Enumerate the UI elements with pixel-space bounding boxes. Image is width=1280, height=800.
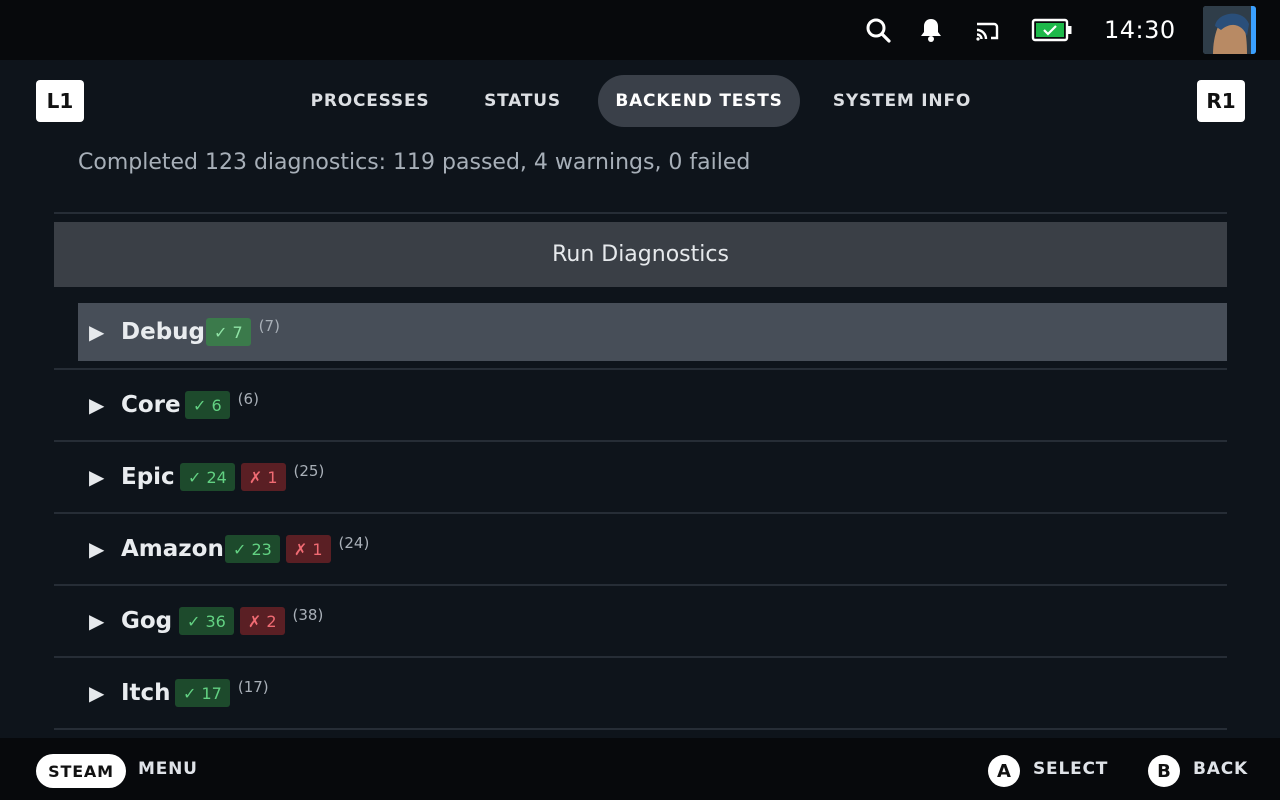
total-count: (7) [258,317,280,335]
group-row-core[interactable]: ▶ Core ✓ 6 (6) [78,376,1227,434]
select-label[interactable]: SELECT [1033,738,1108,800]
group-name: Amazon [121,536,224,562]
group-name: Gog [121,608,173,634]
total-count: (17) [237,678,269,696]
a-button-icon[interactable]: A [988,755,1020,787]
tab-processes[interactable]: PROCESSES [300,75,440,127]
total-count: (24) [338,534,370,552]
total-count: (6) [237,390,259,408]
group-name: Epic [121,464,175,490]
expand-arrow-icon: ▶ [89,537,105,561]
pass-badge: ✓ 17 [175,679,230,707]
fail-badge: ✗ 1 [240,463,286,491]
group-row-itch[interactable]: ▶ Itch ✓ 17 (17) [78,664,1227,722]
badges: ✓ 23 ✗ 1 (24) [225,534,370,563]
expand-arrow-icon: ▶ [89,320,105,344]
group-row-gog[interactable]: ▶ Gog ✓ 36 ✗ 2 (38) [78,592,1227,650]
group-row-epic[interactable]: ▶ Epic ✓ 24 ✗ 1 (25) [78,448,1227,506]
tab-status[interactable]: STATUS [466,75,579,127]
steam-button[interactable]: STEAM [36,754,126,788]
divider [54,512,1227,514]
divider [54,440,1227,442]
divider [54,728,1227,730]
group-name: Debug [121,319,205,345]
badges: ✓ 36 ✗ 2 (38) [179,606,324,635]
expand-arrow-icon: ▶ [89,465,105,489]
footer-bar: STEAM MENU A SELECT B BACK [0,738,1280,800]
tab-system-info[interactable]: SYSTEM INFO [822,75,982,127]
badges: ✓ 6 (6) [185,390,259,419]
divider [54,584,1227,586]
pass-badge: ✓ 7 [206,318,251,346]
group-name: Itch [121,680,171,706]
badges: ✓ 17 (17) [175,678,269,707]
group-row-debug[interactable]: ▶ Debug ✓ 7 (7) [78,303,1227,361]
tab-bar: PROCESSES STATUS BACKEND TESTS SYSTEM IN… [0,75,1280,127]
total-count: (38) [292,606,324,624]
divider [54,212,1227,214]
back-label[interactable]: BACK [1193,738,1248,800]
b-button-icon[interactable]: B [1148,755,1180,787]
expand-arrow-icon: ▶ [89,609,105,633]
badges: ✓ 7 (7) [206,317,280,346]
badges: ✓ 24 ✗ 1 (25) [180,462,325,491]
divider [54,368,1227,370]
group-row-amazon[interactable]: ▶ Amazon ✓ 23 ✗ 1 (24) [78,520,1227,578]
pass-badge: ✓ 36 [179,607,234,635]
group-name: Core [121,392,181,418]
pass-badge: ✓ 23 [225,535,280,563]
menu-label[interactable]: MENU [138,738,198,800]
divider [54,656,1227,658]
fail-badge: ✗ 1 [285,535,331,563]
fail-badge: ✗ 2 [239,607,285,635]
tab-backend-tests[interactable]: BACKEND TESTS [598,75,800,127]
pass-badge: ✓ 6 [185,391,230,419]
total-count: (25) [293,462,325,480]
expand-arrow-icon: ▶ [89,393,105,417]
pass-badge: ✓ 24 [180,463,235,491]
run-diagnostics-button[interactable]: Run Diagnostics [54,222,1227,287]
diagnostics-summary: Completed 123 diagnostics: 119 passed, 4… [78,150,751,175]
expand-arrow-icon: ▶ [89,681,105,705]
